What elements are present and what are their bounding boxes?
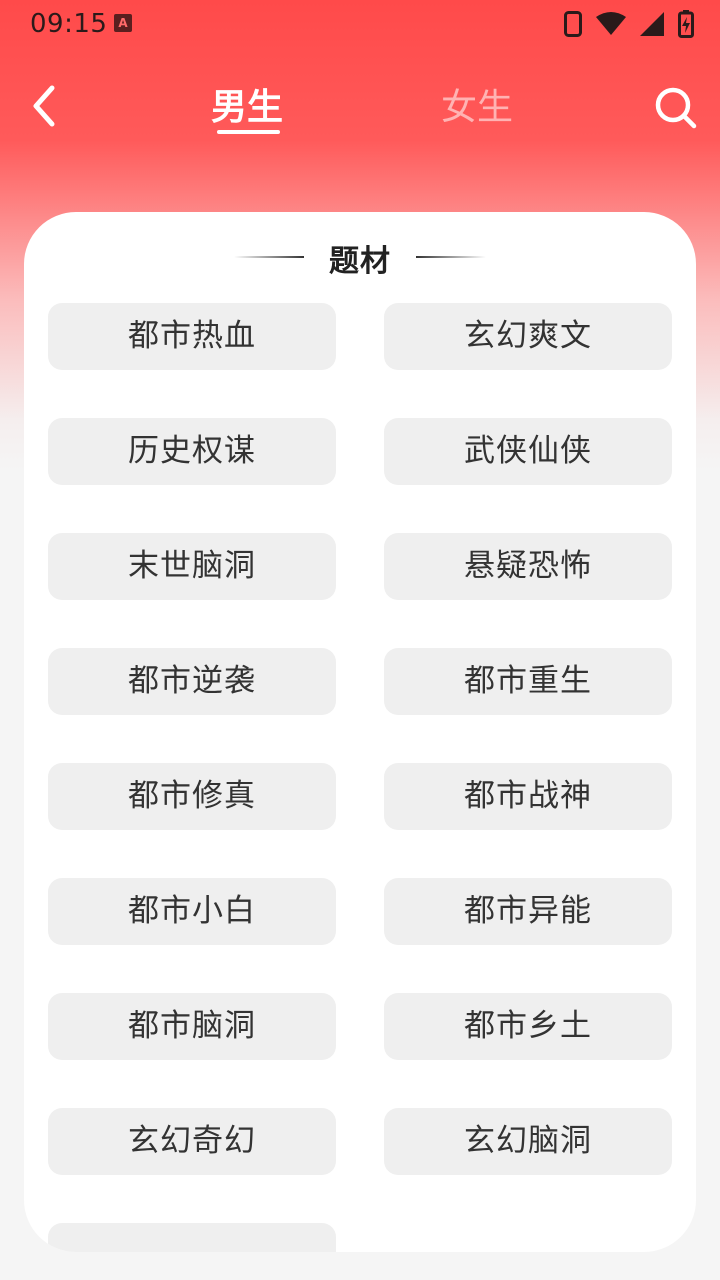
genre-tag[interactable]: 玄幻奇幻: [48, 1108, 336, 1175]
tab-female[interactable]: 女生: [441, 78, 513, 130]
search-button[interactable]: [652, 84, 698, 130]
genre-tag[interactable]: 都市逆袭: [48, 648, 336, 715]
genre-tag[interactable]: 历史权谋: [48, 418, 336, 485]
tab-male[interactable]: 男生: [211, 78, 283, 130]
active-tab-indicator: [217, 130, 280, 134]
section-title: 题材: [329, 244, 391, 279]
wifi-icon: [596, 12, 626, 35]
genre-tag[interactable]: 都市重生: [384, 648, 672, 715]
genre-tag[interactable]: 玄幻脑洞: [384, 1108, 672, 1175]
genre-tag[interactable]: 末世脑洞: [48, 533, 336, 600]
genre-tag[interactable]: 玄幻爽文: [384, 303, 672, 370]
genre-card: 题材 都市热血 玄幻爽文 历史权谋 武侠仙侠 末世脑洞 悬疑恐怖 都市逆袭 都市…: [24, 212, 696, 1252]
genre-tag[interactable]: 都市异能: [384, 878, 672, 945]
status-bar: 09:15 A: [0, 0, 720, 48]
back-button[interactable]: [28, 84, 68, 128]
genre-tag-partial[interactable]: [48, 1223, 336, 1252]
search-icon: [655, 87, 697, 129]
app-notification-icon: A: [114, 14, 132, 32]
genre-tag[interactable]: 都市乡土: [384, 993, 672, 1060]
genre-tag[interactable]: 都市修真: [48, 763, 336, 830]
signal-icon: [640, 12, 664, 36]
genre-tag[interactable]: 武侠仙侠: [384, 418, 672, 485]
genre-tag[interactable]: 都市热血: [48, 303, 336, 370]
phone-icon: [564, 11, 582, 37]
genre-tag[interactable]: 悬疑恐怖: [384, 533, 672, 600]
title-divider-right: [416, 256, 486, 258]
genre-tag[interactable]: 都市战神: [384, 763, 672, 830]
genre-tag[interactable]: 都市脑洞: [48, 993, 336, 1060]
genre-tag[interactable]: 都市小白: [48, 878, 336, 945]
status-icons: [564, 10, 694, 38]
back-arrow-icon: [33, 85, 55, 127]
status-time: 09:15: [30, 9, 108, 39]
top-nav: 男生 女生: [0, 70, 720, 150]
battery-charging-icon: [678, 10, 694, 38]
